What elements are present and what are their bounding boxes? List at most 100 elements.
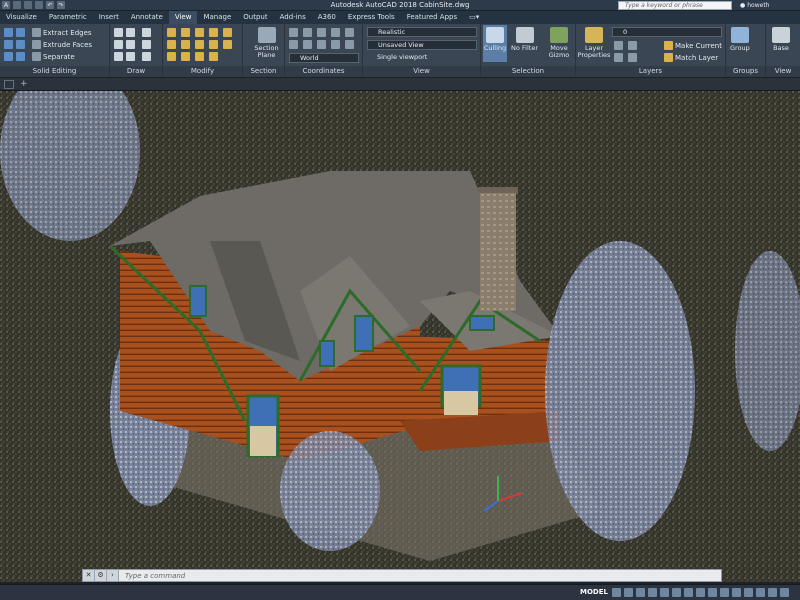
viewport-config-select[interactable]: Single viewport <box>367 53 477 63</box>
panel-title-section[interactable]: Section <box>243 66 284 77</box>
offset-icon[interactable] <box>181 52 190 61</box>
array-icon[interactable] <box>167 52 176 61</box>
ribbon-options-icon[interactable]: ▭▾ <box>463 11 485 24</box>
erase-icon[interactable] <box>209 28 218 37</box>
customize-status-icon[interactable] <box>780 588 789 597</box>
tab-parametric[interactable]: Parametric <box>43 11 93 24</box>
grid-icon[interactable] <box>612 588 621 597</box>
annotation-scale-icon[interactable] <box>732 588 741 597</box>
circle-icon[interactable] <box>114 40 123 49</box>
rectangle-icon[interactable] <box>126 40 135 49</box>
tab-annotate[interactable]: Annotate <box>125 11 169 24</box>
search-input[interactable]: Type a keyword or phrase <box>618 1 732 10</box>
panel-title-view-base[interactable]: View <box>766 66 800 77</box>
tab-add-ins[interactable]: Add-ins <box>274 11 312 24</box>
rotate-icon[interactable] <box>181 28 190 37</box>
ucs-face-icon[interactable] <box>331 40 340 49</box>
panel-title-modify[interactable]: Modify <box>163 66 242 77</box>
tab-manage[interactable]: Manage <box>197 11 237 24</box>
layer-isolate-icon[interactable] <box>628 41 637 50</box>
union-icon[interactable] <box>4 28 13 37</box>
section-plane-button[interactable]: Section Plane <box>249 27 284 59</box>
hardware-acceleration-icon[interactable] <box>768 588 777 597</box>
panel-title-draw[interactable]: Draw <box>110 66 162 77</box>
start-tab-icon[interactable] <box>4 80 14 89</box>
panel-title-groups[interactable]: Groups <box>726 66 765 77</box>
layer-lock-icon[interactable] <box>628 53 637 62</box>
tab-view[interactable]: View <box>168 11 198 24</box>
move-gizmo-button[interactable]: Move Gizmo <box>545 27 573 59</box>
tab-visualize[interactable]: Visualize <box>0 11 43 24</box>
customize-icon[interactable]: ⚙ <box>95 570 107 581</box>
polygon-icon[interactable] <box>126 52 135 61</box>
layer-select[interactable]: 0 <box>612 27 722 37</box>
group-button[interactable]: Group <box>730 27 750 52</box>
ucs-origin-icon[interactable] <box>345 28 354 37</box>
model-space-toggle[interactable]: MODEL <box>580 587 608 598</box>
separate-button[interactable]: Separate <box>32 51 75 62</box>
snap-icon[interactable] <box>624 588 633 597</box>
mirror-icon[interactable] <box>167 40 176 49</box>
base-view-button[interactable]: Base <box>772 27 790 52</box>
lineweight-icon[interactable] <box>684 588 693 597</box>
make-current-button[interactable]: Make Current <box>664 40 722 51</box>
gizmo-icon[interactable] <box>720 588 729 597</box>
transparency-icon[interactable] <box>696 588 705 597</box>
arc-icon[interactable] <box>142 28 151 37</box>
new-tab-icon[interactable]: + <box>20 79 28 89</box>
join-icon[interactable] <box>195 52 204 61</box>
layer-off-icon[interactable] <box>614 41 623 50</box>
osnap-icon[interactable] <box>660 588 669 597</box>
ucs-view-icon[interactable] <box>303 40 312 49</box>
hatch-icon[interactable] <box>114 52 123 61</box>
extract-edges-button[interactable]: Extract Edges <box>32 27 92 38</box>
layer-freeze-icon[interactable] <box>614 53 623 62</box>
thicken-icon[interactable] <box>16 52 25 61</box>
intersect-icon[interactable] <box>4 40 13 49</box>
tab-output[interactable]: Output <box>237 11 273 24</box>
ortho-icon[interactable] <box>636 588 645 597</box>
isolate-icon[interactable] <box>756 588 765 597</box>
polyline-icon[interactable] <box>126 28 135 37</box>
ucs-object-icon[interactable] <box>317 40 326 49</box>
ucs-y-icon[interactable] <box>317 28 326 37</box>
scale-icon[interactable] <box>223 40 232 49</box>
drawing-viewport[interactable] <box>0 91 800 582</box>
fillet-icon[interactable] <box>181 40 190 49</box>
line-icon[interactable] <box>114 28 123 37</box>
explode-icon[interactable] <box>195 40 204 49</box>
panel-title-view[interactable]: View <box>363 66 480 77</box>
no-filter-button[interactable]: No Filter <box>511 27 538 52</box>
visual-style-select[interactable]: Realistic <box>367 27 477 37</box>
tab-a360[interactable]: A360 <box>312 11 342 24</box>
ucs-3point-icon[interactable] <box>289 40 298 49</box>
slice-icon[interactable] <box>4 52 13 61</box>
ucs-world-select[interactable]: World <box>289 53 359 63</box>
subtract-icon[interactable] <box>16 28 25 37</box>
match-layer-button[interactable]: Match Layer <box>664 52 718 63</box>
copy-icon[interactable] <box>223 28 232 37</box>
close-icon[interactable]: ✕ <box>83 570 95 581</box>
named-view-select[interactable]: Unsaved View <box>367 40 477 50</box>
ucs-x-icon[interactable] <box>303 28 312 37</box>
ucs-z-icon[interactable] <box>331 28 340 37</box>
trim-icon[interactable] <box>195 28 204 37</box>
command-input[interactable]: Type a command <box>119 572 185 580</box>
ellipse-icon[interactable] <box>142 52 151 61</box>
move-icon[interactable] <box>167 28 176 37</box>
panel-title-layers[interactable]: Layers <box>576 66 725 77</box>
otrack-icon[interactable] <box>672 588 681 597</box>
ucs-icon[interactable] <box>289 28 298 37</box>
panel-title-solid-editing[interactable]: Solid Editing <box>0 66 109 77</box>
spline-icon[interactable] <box>142 40 151 49</box>
selection-cycling-icon[interactable] <box>708 588 717 597</box>
culling-button[interactable]: Culling <box>483 25 507 62</box>
user-account[interactable]: ● howeth <box>740 1 769 10</box>
layer-properties-button[interactable]: Layer Properties <box>578 27 610 59</box>
break-icon[interactable] <box>209 52 218 61</box>
interfere-icon[interactable] <box>16 40 25 49</box>
recent-commands-icon[interactable]: › <box>107 570 119 581</box>
stretch-icon[interactable] <box>209 40 218 49</box>
tab-featured-apps[interactable]: Featured Apps <box>401 11 463 24</box>
panel-title-selection[interactable]: Selection <box>481 66 575 77</box>
